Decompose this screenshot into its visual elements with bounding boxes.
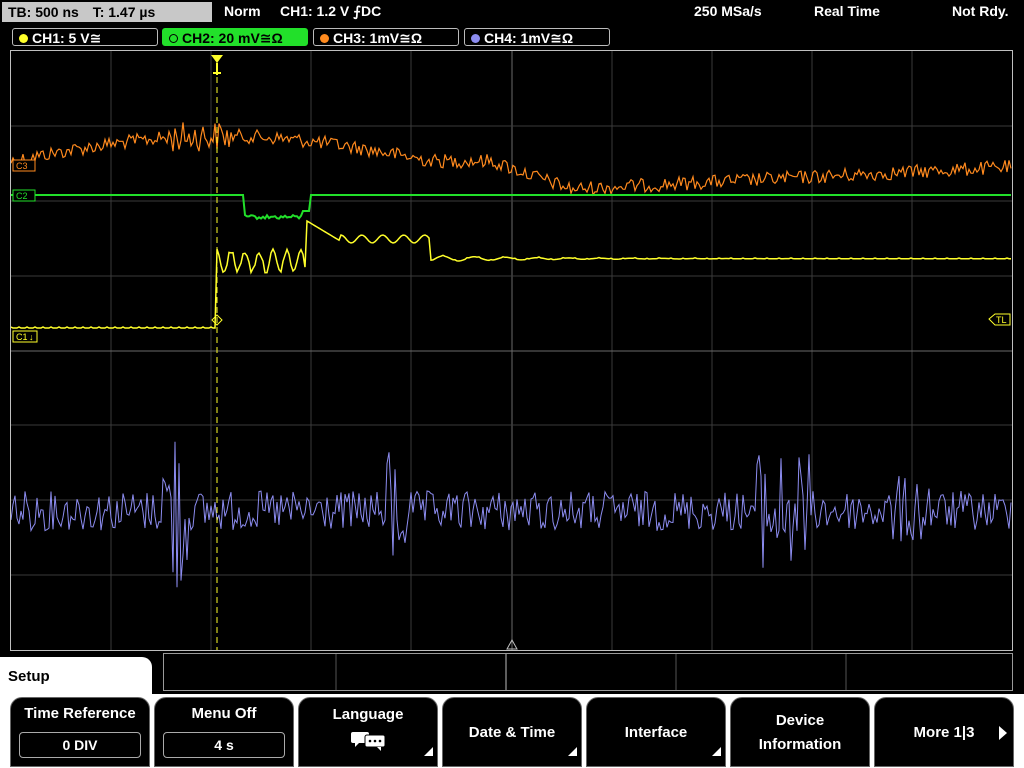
menu-title: Setup (0, 657, 152, 697)
ch4-label: CH4: 1mV≅Ω (484, 30, 574, 46)
timebase-box[interactable]: TB: 500 ns T: 1.47 µs (2, 2, 212, 22)
channel-tab-ch4[interactable]: CH4: 1mV≅Ω (464, 28, 610, 46)
waveform-display[interactable]: C3 C2 C1 ↓ TL (10, 50, 1013, 651)
zoom-strip-grid (335, 654, 847, 690)
submenu-corner-icon (712, 747, 721, 756)
time-reference-label: Time Reference (24, 705, 136, 722)
channel-tab-ch2[interactable]: CH2: 20 mV≅Ω (162, 28, 308, 46)
channel-bar: CH1: 5 V≅ CH2: 20 mV≅Ω CH3: 1mV≅Ω CH4: 1… (0, 26, 1024, 50)
device-information-softkey[interactable]: Device Information (730, 697, 870, 767)
time-reference-softkey[interactable]: Time Reference 0 DIV (10, 697, 150, 767)
device-information-label-line2: Information (758, 736, 842, 753)
submenu-corner-icon (568, 747, 577, 756)
ch1-dot-icon (19, 34, 28, 43)
date-time-label: Date & Time (468, 724, 556, 741)
menu-off-label: Menu Off (191, 705, 257, 722)
menu-off-value: 4 s (163, 732, 285, 758)
svg-text:TL: TL (996, 315, 1007, 325)
language-label: Language (332, 706, 404, 723)
ch1-offset-marker[interactable]: C1 ↓ (12, 330, 38, 343)
interface-softkey[interactable]: Interface (586, 697, 726, 767)
trigger-level-marker[interactable]: TL (988, 313, 1011, 326)
ch3-dot-icon (320, 34, 329, 43)
timebase-readout: TB: 500 ns (8, 4, 79, 20)
channel-tab-ch1[interactable]: CH1: 5 V≅ (12, 28, 158, 46)
trigger-position-marker[interactable] (211, 55, 223, 75)
svg-text:C1: C1 (16, 332, 28, 342)
ch3-offset-marker[interactable]: C3 (12, 159, 36, 172)
status-bar: TB: 500 ns T: 1.47 µs Norm CH1: 1.2 V ⨍D… (0, 0, 1024, 26)
trigger-mode[interactable]: Norm (224, 3, 261, 19)
ch3-waveform (11, 122, 1012, 197)
ch2-offset-marker[interactable]: C2 (12, 189, 36, 202)
graticule (11, 51, 1012, 650)
interface-label: Interface (624, 724, 688, 741)
more-label: More 1|3 (913, 724, 975, 741)
ch1-waveform (11, 219, 1011, 329)
run-status: Not Rdy. (952, 3, 1009, 19)
submenu-corner-icon (424, 747, 433, 756)
svg-text:C2: C2 (16, 191, 28, 201)
ch2-waveform (11, 194, 1011, 221)
device-information-label-line1: Device (775, 712, 825, 729)
date-time-softkey[interactable]: Date & Time (442, 697, 582, 767)
trigger-source[interactable]: CH1: 1.2 V ⨍DC (280, 3, 381, 20)
svg-text:↓: ↓ (29, 332, 34, 342)
next-page-arrow-icon (999, 726, 1007, 740)
ch2-label: CH2: 20 mV≅Ω (182, 30, 283, 46)
trigger-time-readout: T: 1.47 µs (92, 4, 156, 20)
more-softkey[interactable]: More 1|3 (874, 697, 1014, 767)
ch1-label: CH1: 5 V≅ (32, 30, 102, 46)
zoom-strip (163, 653, 1013, 691)
ch2-dot-icon (169, 34, 178, 43)
ch4-waveform (11, 441, 1012, 588)
ch4-dot-icon (471, 34, 480, 43)
ch3-label: CH3: 1mV≅Ω (333, 30, 423, 46)
language-softkey[interactable]: Language (298, 697, 438, 767)
speech-bubble-icon (351, 732, 386, 751)
svg-text:C3: C3 (16, 161, 28, 171)
waveform-canvas: C3 C2 C1 ↓ TL (11, 51, 1012, 650)
channel-tab-ch3[interactable]: CH3: 1mV≅Ω (313, 28, 459, 46)
menu-off-softkey[interactable]: Menu Off 4 s (154, 697, 294, 767)
time-reference-value: 0 DIV (19, 732, 141, 758)
sample-rate: 250 MSa/s (694, 3, 762, 19)
acquisition-mode: Real Time (814, 3, 880, 19)
